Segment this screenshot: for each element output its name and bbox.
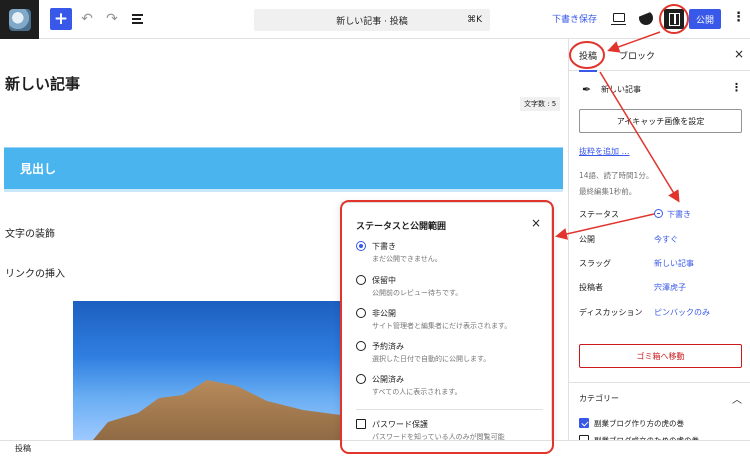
more-options-icon[interactable]: ⋮ bbox=[731, 81, 742, 94]
undo-icon: ↶ bbox=[81, 11, 93, 27]
option-label: 非公開 bbox=[372, 309, 396, 318]
author-button[interactable]: 宍澤虎子 bbox=[654, 282, 686, 293]
radio-button[interactable] bbox=[356, 341, 366, 351]
word-count-text: 14語、読了時間1分。 bbox=[579, 171, 654, 180]
sidebar-post-title: 新しい記事 bbox=[601, 85, 641, 94]
sidebar-tabs: 投稿 ブロック × bbox=[569, 39, 750, 72]
command-palette-button[interactable]: 新しい記事 · 投稿 ⌘K bbox=[254, 9, 490, 31]
add-block-button[interactable]: + bbox=[50, 8, 72, 30]
radio-button[interactable] bbox=[356, 241, 366, 251]
publish-button[interactable]: 公開 bbox=[689, 9, 721, 29]
popover-title: ステータスと公開範囲 bbox=[356, 222, 447, 232]
list-view-button[interactable] bbox=[129, 8, 145, 30]
breadcrumb[interactable]: 投稿 bbox=[15, 443, 31, 454]
paragraph-block[interactable]: 文字の装飾 bbox=[5, 225, 55, 240]
meta-label: スラッグ bbox=[579, 259, 611, 268]
footer-bar: 投稿 bbox=[0, 440, 750, 456]
last-edited-text: 最終編集1秒前。 bbox=[579, 187, 637, 196]
status-value: 下書き bbox=[667, 210, 691, 219]
option-label: パスワード保護 bbox=[372, 420, 428, 429]
shortcut-hint: ⌘K bbox=[467, 15, 482, 25]
radio-button[interactable] bbox=[356, 374, 366, 384]
option-description: 公開前のレビュー待ちです。 bbox=[372, 289, 463, 297]
document-title: 新しい記事 · 投稿 bbox=[336, 16, 408, 27]
discussion-button[interactable]: ピンバックのみ bbox=[654, 307, 710, 318]
option-description: サイト管理者と編集者にだけ表示されます。 bbox=[372, 322, 512, 330]
meta-label: 公開 bbox=[579, 235, 595, 244]
meta-label: 投稿者 bbox=[579, 283, 603, 292]
category-checkbox[interactable] bbox=[579, 418, 589, 428]
heading-text: 見出し bbox=[20, 162, 57, 176]
option-description: まだ公開できません。 bbox=[372, 255, 442, 263]
clock-icon bbox=[654, 209, 663, 218]
move-to-trash-button[interactable]: ゴミ箱へ移動 bbox=[579, 344, 742, 368]
redo-button[interactable]: ↷ bbox=[104, 8, 120, 30]
option-description: すべての人に表示されます。 bbox=[372, 388, 462, 396]
character-count-badge: 文字数 : 5 bbox=[520, 97, 561, 111]
divider bbox=[569, 382, 750, 383]
meta-label: ディスカッション bbox=[579, 308, 643, 317]
category-item[interactable]: 副業ブログ作り方の虎の巻 bbox=[579, 418, 684, 429]
meta-label: ステータス bbox=[579, 210, 619, 219]
redo-icon: ↷ bbox=[106, 11, 118, 27]
status-visibility-popover: ステータスと公開範囲 × 下書き まだ公開できません。 保留中 公開前のレビュー… bbox=[341, 202, 552, 452]
add-excerpt-link[interactable]: 抜粋を追加 … bbox=[579, 146, 630, 157]
plus-icon: + bbox=[53, 9, 69, 29]
jetpack-icon[interactable] bbox=[639, 11, 653, 25]
save-draft-button[interactable]: 下書き保存 bbox=[552, 12, 597, 25]
option-label: 保留中 bbox=[372, 276, 396, 285]
image-landscape bbox=[93, 380, 373, 440]
publish-date-button[interactable]: 今すぐ bbox=[654, 234, 678, 245]
divider bbox=[356, 409, 543, 410]
settings-sidebar: 投稿 ブロック × ✒ 新しい記事 ⋮ アイキャッチ画像を設定 抜粋を追加 … … bbox=[568, 39, 750, 445]
more-options-icon[interactable]: ⋮ bbox=[732, 11, 745, 25]
close-icon[interactable]: × bbox=[531, 216, 541, 230]
tab-post[interactable]: 投稿 bbox=[579, 49, 598, 72]
settings-sidebar-toggle-icon[interactable] bbox=[664, 9, 684, 29]
option-label: 公開済み bbox=[372, 375, 404, 384]
tab-block[interactable]: ブロック bbox=[619, 49, 655, 62]
option-description: 選択した日付で自動的に公開します。 bbox=[372, 355, 491, 363]
radio-button[interactable] bbox=[356, 308, 366, 318]
post-stats: 14語、読了時間1分。 最終編集1秒前。 bbox=[579, 168, 653, 200]
image-block[interactable] bbox=[73, 301, 373, 440]
category-label: 副業ブログ作り方の虎の巻 bbox=[594, 419, 684, 428]
option-label: 予約済み bbox=[372, 342, 404, 351]
categories-panel-header[interactable]: カテゴリー bbox=[579, 393, 619, 404]
post-icon: ✒ bbox=[582, 83, 592, 96]
chevron-up-icon[interactable]: ︿ bbox=[732, 391, 742, 406]
undo-button[interactable]: ↶ bbox=[79, 8, 95, 30]
set-featured-image-button[interactable]: アイキャッチ画像を設定 bbox=[579, 109, 742, 133]
post-title[interactable]: 新しい記事 bbox=[5, 73, 80, 94]
password-checkbox[interactable] bbox=[356, 419, 366, 429]
option-label: 下書き bbox=[372, 242, 396, 251]
site-logo[interactable] bbox=[0, 0, 39, 39]
slug-button[interactable]: 新しい記事 bbox=[654, 258, 694, 269]
close-icon[interactable]: × bbox=[734, 47, 744, 61]
heading-block[interactable]: 見出し bbox=[4, 147, 563, 192]
list-view-icon bbox=[131, 12, 143, 26]
status-value-button[interactable]: 下書き bbox=[654, 209, 691, 220]
radio-button[interactable] bbox=[356, 275, 366, 285]
paragraph-block[interactable]: リンクの挿入 bbox=[5, 265, 65, 280]
top-toolbar: + ↶ ↷ 新しい記事 · 投稿 ⌘K 下書き保存 公開 ⋮ bbox=[0, 0, 750, 39]
site-icon bbox=[8, 8, 31, 31]
preview-icon[interactable] bbox=[611, 13, 626, 25]
